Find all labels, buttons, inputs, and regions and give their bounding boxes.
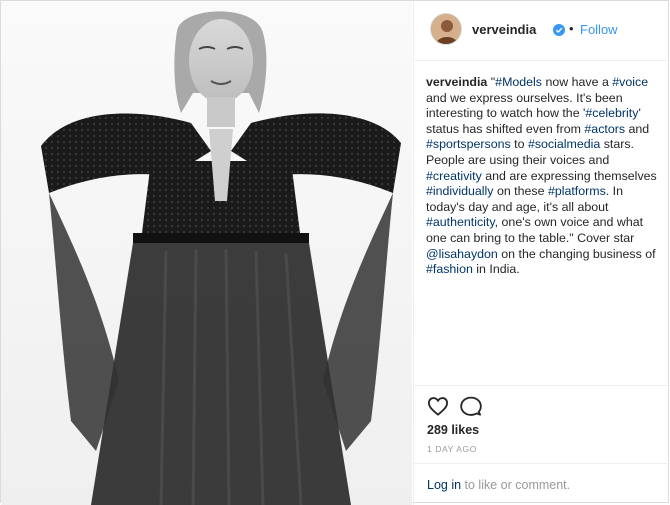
caption-hashtag-link[interactable]: #creativity [426, 169, 482, 183]
login-prompt-text: to like or comment. [461, 478, 571, 492]
comment-icon[interactable] [460, 396, 482, 416]
caption-text-segment: now have a [542, 75, 613, 89]
login-link[interactable]: Log in [427, 478, 461, 492]
caption-hashtag-link[interactable]: #actors [584, 122, 625, 136]
post-actions [414, 385, 670, 421]
caption-hashtag-link[interactable]: #platforms [548, 184, 606, 198]
post-container: verveindia • Follow verveindia "#Models … [0, 0, 670, 505]
caption-username[interactable]: verveindia [426, 75, 487, 89]
caption-text-segment: in India. [472, 262, 520, 277]
caption-text-segment: and are expressing themselves [481, 168, 657, 183]
post-header: verveindia • Follow [414, 1, 670, 61]
caption-text-segment: on these [493, 184, 548, 199]
header-username[interactable]: verveindia [472, 22, 536, 37]
caption-hashtag-link[interactable]: @lisahaydon [426, 247, 498, 261]
caption-text-segment: and [625, 121, 650, 136]
caption-hashtag-link[interactable]: #authenticity [426, 215, 495, 229]
likes-count[interactable]: 289 likes [427, 423, 479, 437]
caption-hashtag-link[interactable]: #individually [426, 184, 494, 198]
post-timestamp[interactable]: 1 DAY AGO [427, 444, 477, 454]
avatar[interactable] [430, 13, 462, 45]
caption-hashtag-link[interactable]: #fashion [426, 262, 473, 276]
caption-hashtag-link[interactable]: #celebrity [585, 106, 638, 120]
caption-hashtag-link[interactable]: #Models [495, 75, 542, 89]
caption-text: "#Models now have a #voice and we expres… [426, 75, 657, 276]
caption-hashtag-link[interactable]: #voice [612, 75, 648, 89]
verified-badge-icon [553, 23, 565, 36]
caption-hashtag-link[interactable]: #sportspersons [426, 137, 511, 151]
heart-icon[interactable] [427, 396, 449, 416]
login-prompt: Log in to like or comment. [427, 478, 570, 492]
header-separator: • [569, 21, 574, 36]
post-caption: verveindia "#Models now have a #voice an… [426, 75, 658, 278]
caption-hashtag-link[interactable]: #socialmedia [528, 137, 600, 151]
caption-text-segment: to [510, 137, 528, 152]
fashion-photo [1, 1, 412, 505]
caption-text-segment: on the changing business of [497, 246, 656, 261]
add-comment-section: Log in to like or comment. [414, 463, 670, 505]
follow-button[interactable]: Follow [580, 22, 618, 37]
post-details-panel: verveindia • Follow verveindia "#Models … [413, 1, 670, 505]
post-photo[interactable] [1, 1, 412, 505]
